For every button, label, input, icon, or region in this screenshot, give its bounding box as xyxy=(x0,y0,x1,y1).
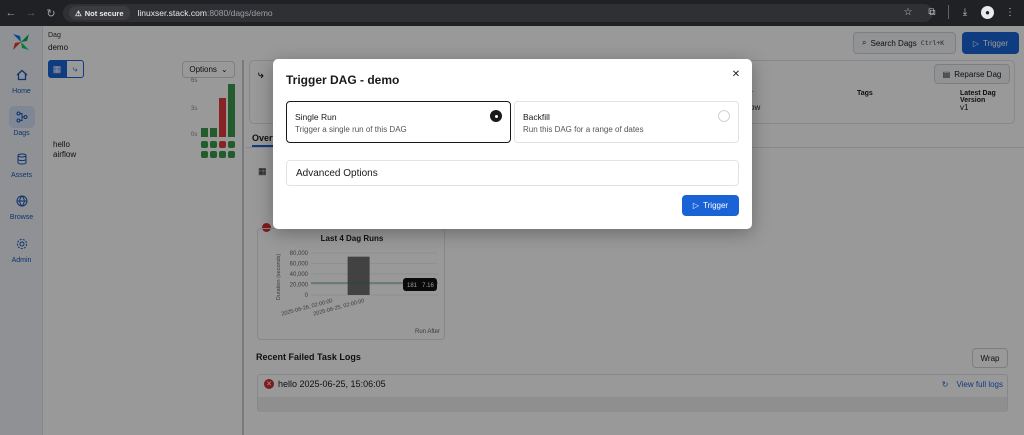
back-icon[interactable]: ← xyxy=(2,4,20,22)
bookmark-star-icon[interactable]: ☆ xyxy=(900,4,916,20)
profile-avatar-icon[interactable]: ● xyxy=(981,5,994,19)
address-bar[interactable]: ⚠ Not secure linuxser.stack.com:8080/dag… xyxy=(63,4,933,22)
extensions-icon[interactable]: ⧉ xyxy=(924,4,940,20)
single-run-title: Single Run xyxy=(295,112,337,122)
reload-icon[interactable]: ↻ xyxy=(42,4,60,22)
trigger-dag-modal: Trigger DAG - demo ✕ Single Run Trigger … xyxy=(273,59,752,229)
backfill-option[interactable]: Backfill Run this DAG for a range of dat… xyxy=(514,101,739,143)
play-icon: ▷ xyxy=(692,201,700,210)
backfill-radio[interactable] xyxy=(718,110,730,122)
warning-icon: ⚠ xyxy=(75,8,82,18)
backfill-title: Backfill xyxy=(523,112,550,122)
modal-trigger-button[interactable]: ▷ Trigger xyxy=(682,195,739,216)
single-run-description: Trigger a single run of this DAG xyxy=(295,125,407,134)
browser-chrome: ← → ↻ ⚠ Not secure linuxser.stack.com:80… xyxy=(0,0,1024,26)
single-run-radio[interactable] xyxy=(490,110,502,122)
backfill-description: Run this DAG for a range of dates xyxy=(523,125,644,134)
menu-dots-icon[interactable]: ⋮ xyxy=(1002,4,1018,20)
not-secure-label: Not secure xyxy=(84,8,124,18)
forward-icon[interactable]: → xyxy=(22,4,40,22)
download-icon[interactable]: ⤓ xyxy=(957,4,973,20)
advanced-options-accordion[interactable]: Advanced Options xyxy=(286,160,739,186)
single-run-option[interactable]: Single Run Trigger a single run of this … xyxy=(286,101,511,143)
close-icon[interactable]: ✕ xyxy=(730,68,742,80)
not-secure-badge[interactable]: ⚠ Not secure xyxy=(69,6,130,20)
modal-trigger-label: Trigger xyxy=(703,201,729,210)
modal-title: Trigger DAG - demo xyxy=(286,73,400,87)
toolbar-divider xyxy=(948,5,949,19)
url-text: linuxser.stack.com:8080/dags/demo xyxy=(137,8,273,18)
